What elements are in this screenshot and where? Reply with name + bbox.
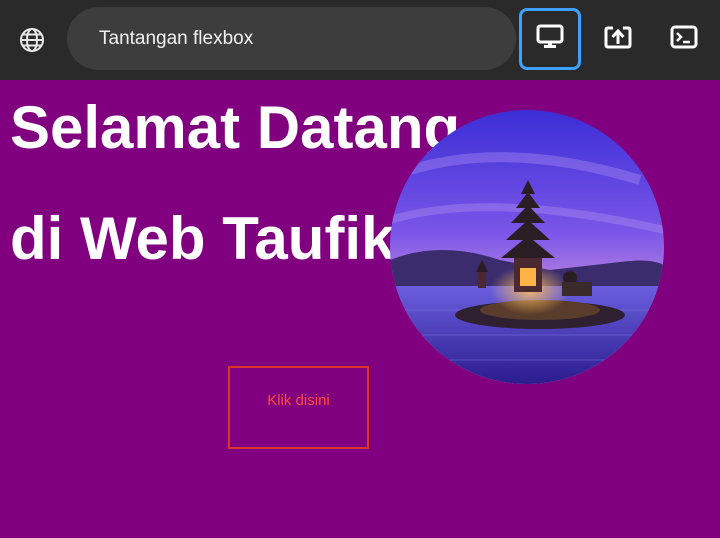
browser-toolbar: Tantangan flexbox [0, 0, 720, 80]
open-in-new-window-button[interactable] [587, 8, 649, 70]
klik-disini-button[interactable]: Klik disini [228, 366, 369, 449]
console-button[interactable] [653, 8, 715, 70]
desktop-view-button[interactable] [519, 8, 581, 70]
temple-lake-photo [390, 110, 664, 384]
page-title-bar[interactable]: Tantangan flexbox [67, 7, 516, 70]
heading-line-1: Selamat Datang [10, 94, 461, 161]
heading-line-2: di Web Taufik [10, 205, 395, 272]
page-title: Tantangan flexbox [99, 27, 254, 49]
web-page: Selamat Datang di Web Taufik Klik disini [0, 80, 720, 538]
globe-icon[interactable] [18, 26, 46, 54]
open-in-new-icon [604, 24, 632, 55]
monitor-icon [536, 24, 564, 55]
terminal-icon [670, 25, 698, 54]
